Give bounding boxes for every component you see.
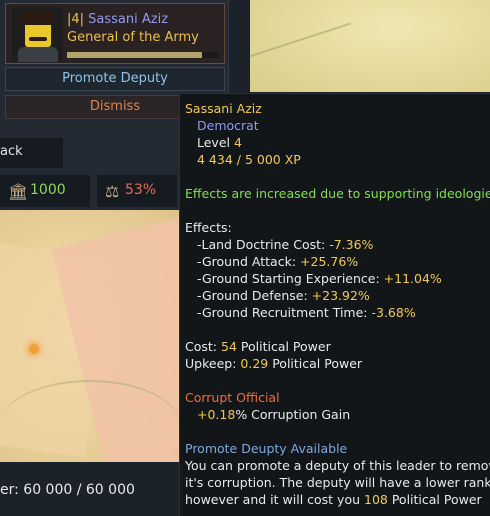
promote-deputy-button[interactable]: Promote Deputy <box>5 67 225 91</box>
effect-row: -Land Doctrine Cost: -7.36% <box>197 237 374 252</box>
map-terrain-top[interactable] <box>250 0 490 92</box>
trait-effect: +0.18% Corruption Gain <box>197 407 351 422</box>
tooltip-upkeep: Upkeep: 0.29 Political Power <box>185 356 363 371</box>
treasury-value: 1000 <box>30 182 66 198</box>
promote-title: Promote Deupty Available <box>185 441 348 456</box>
treasury-stat[interactable]: 🏛 1000 <box>0 175 90 207</box>
leader-portrait <box>12 7 62 62</box>
trait-title: Corrupt Official <box>185 390 280 405</box>
portrait-mustache <box>29 37 47 41</box>
xp-progress-bar <box>67 52 219 58</box>
back-button-label: ack <box>0 144 23 159</box>
promote-line: however and it will cost you 108 Politic… <box>185 492 482 507</box>
support-stat[interactable]: ⚖ 53% <box>97 175 177 207</box>
map-border-line <box>0 380 180 462</box>
tooltip-party: Democrat <box>197 118 259 133</box>
tooltip-effects-title: Effects: <box>185 220 232 235</box>
promote-line: You can promote a deputy of this leader … <box>185 458 490 473</box>
effect-row: -Ground Starting Experience: +11.04% <box>197 271 442 286</box>
leader-name: |4| Sassani Aziz <box>67 12 169 27</box>
effect-row: -Ground Defense: +23.92% <box>197 288 370 303</box>
effect-row: -Ground Attack: +25.76% <box>197 254 359 269</box>
support-value: 53% <box>125 182 157 198</box>
leader-role: General of the Army <box>67 30 199 45</box>
map-terrain-left[interactable] <box>0 210 180 462</box>
portrait-uniform <box>18 47 58 62</box>
leader-card[interactable]: |4| Sassani Aziz General of the Army <box>5 3 225 64</box>
tooltip-cost: Cost: 54 Political Power <box>185 339 331 354</box>
tooltip-level: Level 4 <box>197 135 242 150</box>
manpower-text: er: 60 000 / 60 000 <box>0 482 135 498</box>
promote-line: it's corruption. The deputy will have a … <box>185 475 490 490</box>
scales-icon: ⚖ <box>105 182 120 201</box>
tooltip-xp: 4 434 / 5 000 XP <box>197 152 301 167</box>
city-marker-icon[interactable] <box>29 344 39 354</box>
manpower-bar: er: 60 000 / 60 000 <box>0 462 180 516</box>
xp-progress-fill <box>67 52 202 58</box>
tooltip-bonus-note: Effects are increased due to supporting … <box>185 186 490 201</box>
tooltip-name: Sassani Aziz <box>185 101 262 116</box>
leader-level-tag: |4| <box>67 12 85 27</box>
portrait-hair <box>22 11 54 25</box>
leader-tooltip: Sassani Aziz Democrat Level 4 4 434 / 5 … <box>179 93 490 516</box>
treasury-icon: 🏛 <box>8 182 29 201</box>
effect-row: -Ground Recruitment Time: -3.68% <box>197 305 416 320</box>
